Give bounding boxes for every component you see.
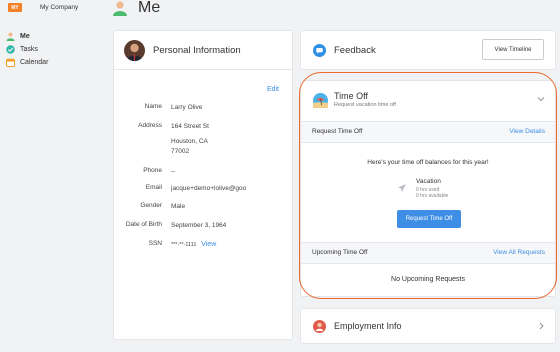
airplane-icon bbox=[397, 183, 407, 193]
vacation-available: 0 hrs available bbox=[416, 193, 449, 199]
page-title: Me bbox=[138, 0, 161, 16]
field-gender: Gender Male bbox=[114, 202, 263, 213]
sidebar-item-label: Me bbox=[20, 33, 30, 40]
address-line1: 164 Street St bbox=[171, 123, 209, 130]
field-label: Name bbox=[144, 103, 162, 110]
field-value: Male bbox=[171, 203, 186, 210]
chevron-right-icon[interactable] bbox=[538, 322, 545, 330]
field-dob: Date of Birth September 3, 1964 bbox=[114, 221, 263, 232]
ssn-masked: ***-**-1111 bbox=[171, 242, 197, 248]
chat-bubble-icon bbox=[313, 43, 326, 57]
field-label: Address bbox=[138, 122, 162, 129]
vacation-name: Vacation bbox=[416, 178, 441, 185]
person-avatar-icon bbox=[112, 0, 128, 16]
balances-text: Here's your time off balances for this y… bbox=[367, 159, 489, 166]
field-label: Email bbox=[145, 184, 162, 191]
employment-info-title: Employment Info bbox=[334, 321, 402, 331]
employment-info-card[interactable]: Employment Info bbox=[300, 308, 556, 344]
field-value: -- bbox=[171, 168, 176, 175]
request-time-off-label: Request Time Off bbox=[312, 128, 363, 135]
time-off-card: Time Off Request vacation time off Reque… bbox=[300, 80, 556, 297]
no-upcoming-requests: No Upcoming Requests bbox=[391, 276, 465, 283]
request-time-off-button[interactable]: Request Time Off bbox=[397, 210, 461, 228]
field-value: September 3, 1964 bbox=[171, 222, 227, 229]
address-line2: Houston, CA bbox=[171, 137, 208, 145]
company-logo: MY bbox=[8, 3, 22, 12]
feedback-title: Feedback bbox=[334, 44, 376, 56]
company-switcher[interactable]: MY My Company bbox=[8, 3, 78, 12]
sidebar-nav: Me Tasks Calendar bbox=[6, 30, 48, 69]
field-name: Name Larry Olive bbox=[114, 103, 263, 114]
profile-photo bbox=[124, 39, 145, 61]
calendar-icon bbox=[6, 58, 15, 67]
edit-link[interactable]: Edit bbox=[267, 86, 279, 93]
field-label: SSN bbox=[148, 240, 162, 247]
personal-info-title: Personal Information bbox=[153, 44, 241, 56]
time-off-title: Time Off bbox=[334, 91, 369, 101]
chevron-down-icon[interactable] bbox=[537, 95, 545, 103]
view-details-link[interactable]: View Details bbox=[509, 128, 545, 135]
check-circle-icon bbox=[6, 45, 15, 54]
field-address: Address 164 Street St Houston, CA 77002 bbox=[114, 122, 263, 158]
field-ssn: SSN ***-**-1111 View bbox=[114, 240, 263, 251]
feedback-card: Feedback View Timeline bbox=[300, 30, 556, 70]
field-email: Email jacque+demo+lolive@goo bbox=[114, 184, 257, 195]
personal-info-card: Personal Information Edit Name Larry Oli… bbox=[113, 30, 293, 340]
ssn-view-link[interactable]: View bbox=[201, 241, 216, 248]
field-value: 164 Street St Houston, CA 77002 bbox=[171, 122, 263, 158]
sidebar-item-label: Calendar bbox=[20, 59, 49, 66]
person-icon bbox=[6, 32, 15, 41]
upcoming-time-off-label: Upcoming Time Off bbox=[312, 249, 368, 256]
field-value: jacque+demo+lolive@goo bbox=[171, 185, 247, 192]
sidebar-item-label: Tasks bbox=[20, 46, 38, 53]
employee-badge-icon bbox=[313, 319, 326, 333]
address-line3: 77002 bbox=[171, 148, 190, 155]
time-off-subtitle: Request vacation time off bbox=[334, 102, 396, 108]
sidebar: MY My Company Me Tasks Calendar bbox=[0, 0, 95, 352]
time-off-header[interactable]: Time Off Request vacation time off bbox=[301, 81, 555, 121]
personal-info-header: Personal Information bbox=[114, 31, 292, 70]
sidebar-item-tasks[interactable]: Tasks bbox=[6, 43, 48, 56]
request-time-off-section-header: Request Time Off View Details bbox=[301, 121, 555, 143]
page-header: Me bbox=[112, 0, 160, 16]
company-name: My Company bbox=[40, 4, 79, 11]
field-label: Gender bbox=[140, 202, 162, 209]
field-phone: Phone -- bbox=[114, 167, 263, 178]
field-value: Larry Olive bbox=[171, 104, 203, 111]
beach-umbrella-icon bbox=[313, 93, 328, 108]
sidebar-item-me[interactable]: Me bbox=[6, 30, 48, 43]
view-all-requests-link[interactable]: View All Requests bbox=[493, 249, 545, 256]
upcoming-time-off-section-header: Upcoming Time Off View All Requests bbox=[301, 242, 555, 264]
field-label: Date of Birth bbox=[125, 221, 162, 228]
field-value: ***-**-1111 View bbox=[171, 240, 263, 251]
field-label: Phone bbox=[143, 167, 162, 174]
view-timeline-button[interactable]: View Timeline bbox=[482, 39, 544, 60]
sidebar-item-calendar[interactable]: Calendar bbox=[6, 56, 48, 69]
